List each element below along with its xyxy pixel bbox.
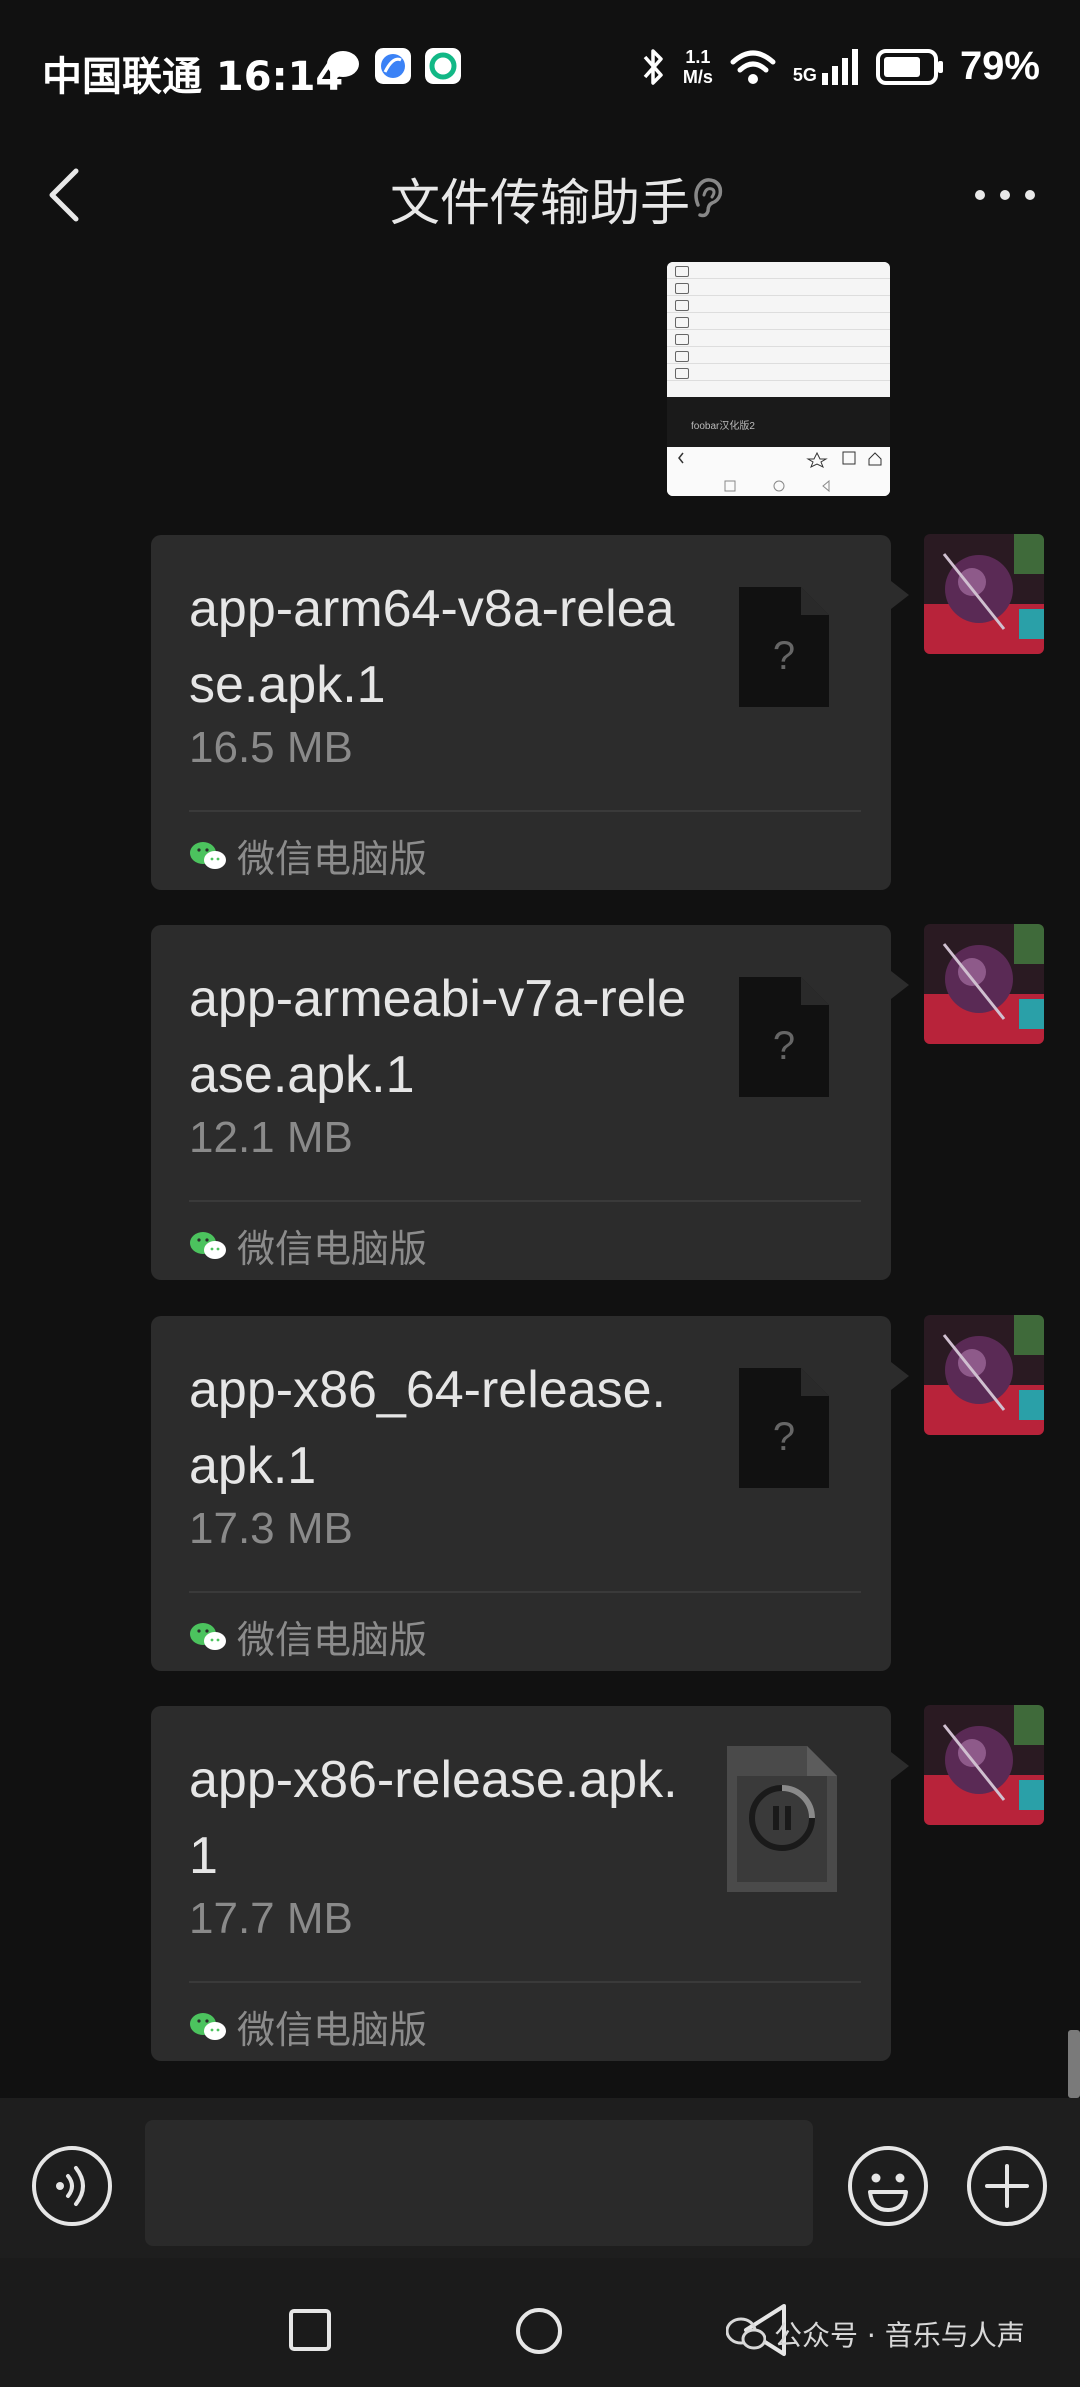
avatar[interactable] (924, 1705, 1044, 1825)
system-navigation-bar: 公众号 · 音乐与人声 (0, 2258, 1080, 2387)
message-source: 微信电脑版 (189, 1218, 427, 1273)
message-source: 微信电脑版 (189, 1999, 427, 2054)
status-indicators: 1.1 M/s 5G 79% (641, 44, 1040, 89)
divider (189, 1981, 861, 1983)
carrier-time: 中国联通 16:14 (42, 54, 344, 100)
svg-text:?: ? (773, 634, 795, 678)
file-message[interactable]: app-x86-release.apk.1 17.7 MB 微信电脑版 (151, 1706, 909, 2061)
unknown-file-icon: ? (739, 977, 829, 1097)
chat-header: 文件传输助手 (0, 135, 1080, 255)
source-label: 微信电脑版 (237, 2008, 428, 2052)
wechat-icon (190, 1622, 226, 1650)
network-speed-value: 1.1 (685, 46, 711, 67)
file-size: 12.1 MB (189, 1113, 353, 1162)
source-label: 微信电脑版 (237, 837, 428, 881)
network-speed-unit: M/s (682, 66, 713, 87)
file-message[interactable]: app-arm64-v8a-release.apk.1 16.5 MB ? 微信… (151, 535, 909, 890)
pause-icon[interactable] (727, 1746, 837, 1892)
wechat-icon (190, 1231, 226, 1259)
file-size: 17.3 MB (189, 1504, 353, 1553)
watermark-text: 公众号 · 音乐与人声 (774, 2319, 1025, 2352)
file-message[interactable]: app-armeabi-v7a-release.apk.1 12.1 MB ? … (151, 925, 909, 1280)
image-message[interactable]: foobar汉化版2 (667, 262, 890, 496)
file-name: app-arm64-v8a-release.apk.1 (189, 580, 675, 714)
avatar[interactable] (924, 534, 1044, 654)
signal-icon (821, 48, 858, 85)
source-label: 微信电脑版 (237, 1618, 428, 1662)
emoji-icon[interactable] (846, 2144, 930, 2228)
ear-icon (694, 178, 723, 218)
divider (189, 1591, 861, 1593)
svg-text:?: ? (773, 1024, 795, 1068)
voice-icon[interactable] (30, 2144, 114, 2228)
plus-icon[interactable] (965, 2144, 1049, 2228)
wechat-icon (190, 841, 226, 869)
svg-text:?: ? (773, 1415, 795, 1459)
chat-title: 文件传输助手 (390, 174, 690, 232)
source-label: 微信电脑版 (237, 1227, 428, 1271)
browser-notification-icon (375, 48, 411, 84)
bluetooth-icon (643, 48, 663, 85)
cellular-signal: 5G (792, 48, 860, 85)
app-notification-icon (425, 48, 461, 84)
divider (189, 810, 861, 812)
message-source: 微信电脑版 (189, 828, 427, 883)
unknown-file-icon: ? (739, 1368, 829, 1488)
wifi-icon (730, 50, 776, 84)
message-input[interactable] (145, 2120, 813, 2246)
thumbnail-nav-icons (678, 451, 882, 493)
message-notification-icon (327, 51, 359, 82)
watermark: 公众号 · 音乐与人声 (726, 2314, 1025, 2354)
input-bar (0, 2098, 1080, 2258)
file-name: app-x86_64-release.apk.1 (189, 1361, 666, 1495)
avatar[interactable] (924, 924, 1044, 1044)
image-caption: foobar汉化版2 (691, 421, 755, 432)
network-type: 5G (792, 64, 817, 85)
file-size: 16.5 MB (189, 723, 353, 772)
more-icon[interactable] (970, 185, 1040, 205)
chat-screen: 中国联通 16:14 1.1 M/s 5G 79% 文件传输助手 foobar汉… (0, 0, 1080, 2387)
network-speed: 1.1 M/s (683, 47, 713, 87)
home-icon[interactable] (514, 2306, 564, 2356)
file-name: app-armeabi-v7a-release.apk.1 (189, 970, 687, 1104)
scrollbar[interactable] (1068, 2030, 1080, 2098)
battery-percentage: 79% (959, 44, 1040, 88)
divider (189, 1200, 861, 1202)
message-source: 微信电脑版 (189, 1609, 427, 1664)
notification-icons (325, 48, 461, 84)
wechat-watermark-icon (726, 2317, 766, 2350)
status-bar: 中国联通 16:14 1.1 M/s 5G 79% (0, 0, 1080, 135)
recent-apps-icon[interactable] (288, 2308, 332, 2352)
battery-icon (875, 48, 943, 85)
file-name: app-x86-release.apk.1 (189, 1751, 678, 1885)
avatar[interactable] (924, 1315, 1044, 1435)
image-thumbnail (667, 262, 890, 397)
wechat-icon (190, 2012, 226, 2040)
file-size: 17.7 MB (189, 1894, 353, 1943)
file-message[interactable]: app-x86_64-release.apk.1 17.3 MB ? 微信电脑版 (151, 1316, 909, 1671)
unknown-file-icon: ? (739, 587, 829, 707)
